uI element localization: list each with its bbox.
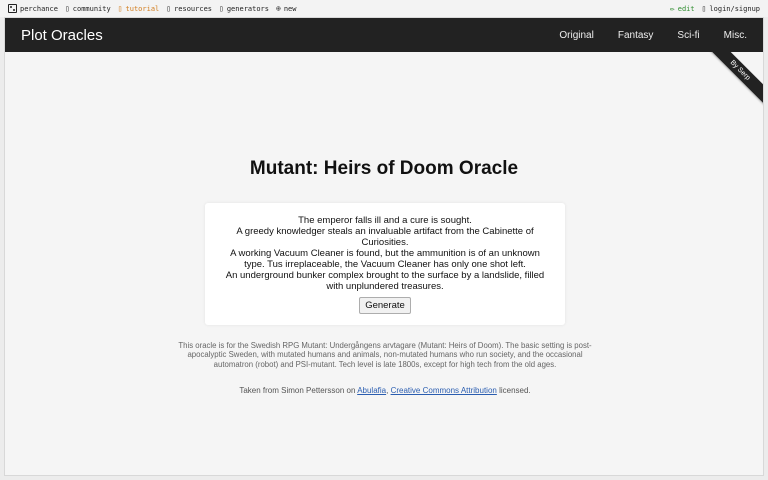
perchance-topbar: perchance ▯ community ▯ tutorial ▯ resou…	[0, 0, 768, 17]
resources-icon: ▯	[166, 4, 172, 13]
generate-button[interactable]: Generate	[359, 297, 411, 314]
oracle-description: This oracle is for the Swedish RPG Mutan…	[178, 341, 592, 369]
oracle-line-2: A greedy knowledger steals an invaluable…	[236, 226, 534, 248]
login-signup-link[interactable]: ▯ login/signup	[702, 4, 760, 13]
oracle-line-1: The emperor falls ill and a cure is soug…	[298, 215, 472, 226]
credit-prefix: Taken from Simon Pettersson on	[239, 386, 356, 395]
generators-link[interactable]: ▯ generators	[219, 4, 269, 13]
ribbon-label: By Serp	[703, 52, 763, 107]
generator-frame: Plot Oracles Original Fantasy Sci-fi Mis…	[4, 17, 764, 476]
tutorial-link[interactable]: ▯ tutorial	[118, 4, 160, 13]
cc-attribution-link[interactable]: Creative Commons Attribution	[391, 386, 497, 395]
oracle-output-card: The emperor falls ill and a cure is soug…	[205, 203, 565, 325]
edit-link[interactable]: ✏ edit	[670, 4, 695, 13]
tutorial-icon: ▯	[117, 4, 123, 13]
nav-item-fantasy[interactable]: Fantasy	[606, 30, 666, 41]
pencil-icon: ✏	[669, 4, 675, 13]
navbar: Plot Oracles Original Fantasy Sci-fi Mis…	[5, 18, 763, 52]
oracle-line-4: An underground bunker complex brought to…	[225, 270, 545, 292]
topbar-right: ✏ edit ▯ login/signup	[670, 4, 760, 13]
credit-suffix: licensed.	[499, 386, 531, 395]
plus-circle-icon: ⊕	[276, 4, 281, 13]
nav-item-original[interactable]: Original	[547, 30, 605, 41]
user-icon: ▯	[701, 4, 707, 13]
nav-menu: Original Fantasy Sci-fi Misc.	[547, 30, 747, 41]
brand-title[interactable]: Plot Oracles	[21, 27, 103, 44]
resources-link[interactable]: ▯ resources	[166, 4, 212, 13]
abulafia-link[interactable]: Abulafia	[357, 386, 386, 395]
oracle-line-3: A working Vacuum Cleaner is found, but t…	[230, 248, 540, 270]
community-link[interactable]: ▯ community	[65, 4, 111, 13]
perchance-home-link[interactable]: perchance	[8, 4, 58, 13]
nav-item-sci-fi[interactable]: Sci-fi	[665, 30, 711, 41]
author-ribbon[interactable]: By Serp	[703, 52, 763, 112]
credit-comma: ,	[386, 386, 389, 395]
dice-icon	[8, 4, 17, 13]
generators-icon: ▯	[219, 4, 224, 13]
new-generator-link[interactable]: ⊕ new	[276, 4, 296, 13]
credit-line: Taken from Simon Pettersson on Abulafia,…	[175, 386, 595, 395]
topbar-left: perchance ▯ community ▯ tutorial ▯ resou…	[8, 4, 296, 13]
community-icon: ▯	[64, 4, 70, 13]
page-title: Mutant: Heirs of Doom Oracle	[249, 158, 519, 179]
nav-item-misc[interactable]: Misc.	[712, 30, 747, 41]
